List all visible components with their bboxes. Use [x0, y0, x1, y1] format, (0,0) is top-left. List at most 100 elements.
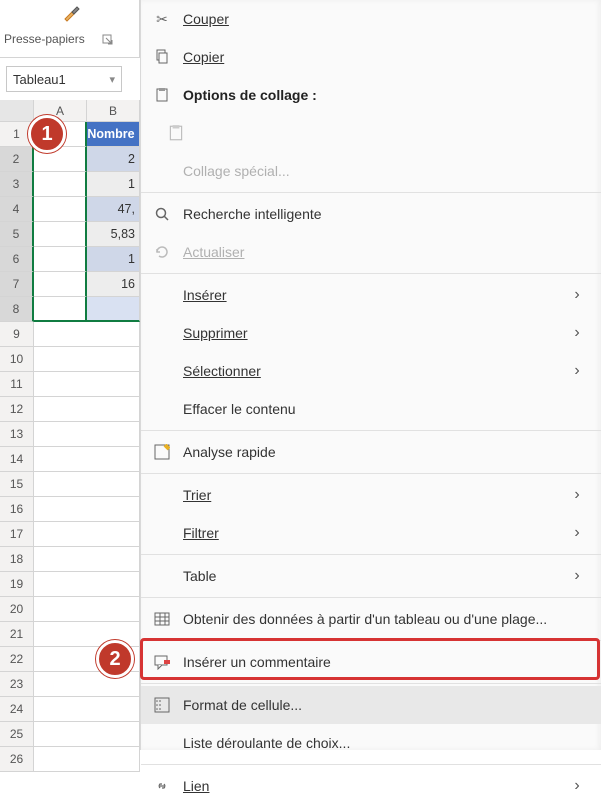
chevron-right-icon: ›	[565, 524, 589, 542]
row-head[interactable]: 19	[0, 572, 34, 597]
ribbon-section-label: Presse-papiers	[4, 32, 85, 46]
cell[interactable]	[34, 422, 140, 447]
cell[interactable]	[34, 197, 87, 222]
row-head[interactable]: 6	[0, 247, 34, 272]
cell[interactable]: 16	[87, 272, 140, 297]
cell[interactable]	[34, 722, 140, 747]
separator	[141, 640, 601, 641]
cell[interactable]: 2	[87, 147, 140, 172]
cell[interactable]: 47,	[87, 197, 140, 222]
table-header-cell[interactable]: Nombre	[87, 122, 140, 147]
row-head[interactable]: 13	[0, 422, 34, 447]
row-head[interactable]: 10	[0, 347, 34, 372]
row-head[interactable]: 25	[0, 722, 34, 747]
cell[interactable]	[34, 472, 140, 497]
cell[interactable]	[34, 172, 87, 197]
menu-table[interactable]: Table ›	[141, 557, 601, 595]
cell[interactable]	[34, 372, 140, 397]
menu-select[interactable]: Sélectionner ›	[141, 352, 601, 390]
menu-delete[interactable]: Supprimer ›	[141, 314, 601, 352]
cell[interactable]	[34, 322, 140, 347]
menu-clear-contents[interactable]: Effacer le contenu	[141, 390, 601, 428]
menu-label: Options de collage :	[183, 87, 589, 103]
separator	[141, 473, 601, 474]
separator	[141, 430, 601, 431]
cell[interactable]	[34, 247, 87, 272]
row-head[interactable]: 7	[0, 272, 34, 297]
menu-label: Recherche intelligente	[183, 206, 589, 222]
menu-label: Obtenir des données à partir d'un tablea…	[183, 611, 589, 627]
menu-format-cells[interactable]: Format de cellule...	[141, 686, 601, 724]
clipboard-icon	[141, 87, 183, 103]
step-badge-2: 2	[96, 640, 134, 678]
cell[interactable]	[34, 272, 87, 297]
cell[interactable]	[34, 347, 140, 372]
select-all-corner[interactable]	[0, 100, 34, 122]
paste-icon	[141, 124, 211, 142]
cell[interactable]	[34, 397, 140, 422]
separator	[141, 554, 601, 555]
cell[interactable]	[34, 297, 87, 322]
format-painter-icon[interactable]	[62, 2, 82, 22]
row-head[interactable]: 11	[0, 372, 34, 397]
menu-link[interactable]: Lien ›	[141, 767, 601, 805]
cell[interactable]	[34, 497, 140, 522]
chevron-down-icon[interactable]: ▾	[109, 73, 115, 86]
row-head[interactable]: 5	[0, 222, 34, 247]
cell[interactable]	[34, 697, 140, 722]
col-head-b[interactable]: B	[87, 100, 140, 122]
refresh-icon	[141, 244, 183, 260]
menu-label: Effacer le contenu	[183, 401, 589, 417]
separator	[141, 273, 601, 274]
search-icon	[141, 206, 183, 222]
menu-pick-from-dropdown[interactable]: Liste déroulante de choix...	[141, 724, 601, 762]
row-head[interactable]: 15	[0, 472, 34, 497]
row-head[interactable]: 21	[0, 622, 34, 647]
cell[interactable]: 1	[87, 172, 140, 197]
row-head[interactable]: 18	[0, 547, 34, 572]
menu-smart-lookup[interactable]: Recherche intelligente	[141, 195, 601, 233]
row-head[interactable]: 24	[0, 697, 34, 722]
cell[interactable]: 5,83	[87, 222, 140, 247]
row-head[interactable]: 14	[0, 447, 34, 472]
menu-get-data-from-table[interactable]: Obtenir des données à partir d'un tablea…	[141, 600, 601, 638]
row-head[interactable]: 17	[0, 522, 34, 547]
menu-filter[interactable]: Filtrer ›	[141, 514, 601, 552]
cell[interactable]	[34, 222, 87, 247]
menu-label: Insérer un commentaire	[183, 654, 589, 670]
comment-icon	[141, 654, 183, 670]
cell[interactable]: 1	[87, 247, 140, 272]
cell[interactable]	[34, 522, 140, 547]
cell[interactable]	[34, 672, 140, 697]
cell[interactable]	[34, 597, 140, 622]
menu-label: Format de cellule...	[183, 697, 589, 713]
cell[interactable]	[34, 547, 140, 572]
cell[interactable]	[34, 747, 140, 772]
menu-copy[interactable]: Copier	[141, 38, 601, 76]
menu-insert-comment[interactable]: Insérer un commentaire	[141, 643, 601, 681]
separator	[141, 764, 601, 765]
row-head[interactable]: 20	[0, 597, 34, 622]
row-head[interactable]: 26	[0, 747, 34, 772]
menu-insert[interactable]: Insérer ›	[141, 276, 601, 314]
cell[interactable]	[34, 447, 140, 472]
row-head[interactable]: 9	[0, 322, 34, 347]
cell[interactable]	[34, 572, 140, 597]
name-box[interactable]: Tableau1 ▾	[6, 66, 122, 92]
row-head[interactable]: 3	[0, 172, 34, 197]
dialog-launcher-icon[interactable]	[102, 34, 114, 46]
menu-quick-analysis[interactable]: Analyse rapide	[141, 433, 601, 471]
row-head[interactable]: 23	[0, 672, 34, 697]
row-head[interactable]: 12	[0, 397, 34, 422]
copy-icon	[141, 49, 183, 65]
row-head[interactable]: 4	[0, 197, 34, 222]
row-head[interactable]: 16	[0, 497, 34, 522]
row-head[interactable]: 22	[0, 647, 34, 672]
menu-cut[interactable]: ✂ Couper	[141, 0, 601, 38]
separator	[141, 683, 601, 684]
name-box-value: Tableau1	[13, 72, 66, 87]
menu-sort[interactable]: Trier ›	[141, 476, 601, 514]
row-head[interactable]: 2	[0, 147, 34, 172]
cell[interactable]	[87, 297, 140, 322]
row-head[interactable]: 8	[0, 297, 34, 322]
